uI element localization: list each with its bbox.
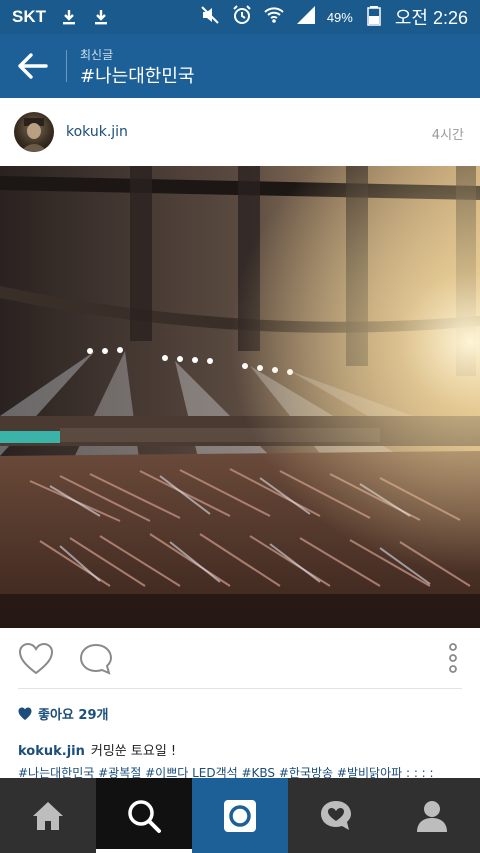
nav-activity[interactable] — [288, 778, 384, 853]
alarm-icon — [231, 4, 253, 31]
page-title: #나는대한민국 — [80, 66, 195, 87]
heart-icon — [18, 642, 54, 675]
likes-count: 좋아요 29개 — [38, 708, 109, 723]
signal-icon — [295, 4, 317, 31]
post-username[interactable]: kokuk.jin — [66, 124, 128, 140]
nav-camera[interactable] — [192, 778, 288, 853]
more-vertical-icon — [449, 643, 457, 673]
download-icon — [60, 8, 78, 26]
more-button[interactable] — [438, 642, 468, 676]
clock: 오전 2:26 — [394, 8, 468, 28]
caption-username[interactable]: kokuk.jin — [18, 744, 85, 759]
heart-icon — [18, 707, 32, 720]
active-tab-indicator — [96, 849, 192, 853]
header-divider — [66, 50, 67, 82]
app-header: 최신글 #나는대한민국 — [0, 34, 480, 98]
caption-text: 커밍쑨 토요일 ! — [90, 744, 177, 759]
avatar[interactable] — [14, 112, 54, 152]
nav-home[interactable] — [0, 778, 96, 853]
carrier-label: SKT — [12, 7, 46, 26]
header-subtitle: 최신글 — [80, 48, 114, 62]
nav-search[interactable] — [96, 778, 192, 853]
likes-row[interactable]: 좋아요 29개 — [18, 704, 108, 723]
search-icon — [128, 800, 161, 833]
camera-icon — [224, 800, 256, 832]
mute-icon — [199, 4, 221, 31]
home-icon — [33, 802, 63, 830]
arrow-left-icon — [18, 53, 48, 79]
post-actions — [0, 628, 480, 688]
battery-icon — [363, 4, 385, 31]
activity-icon — [321, 801, 351, 830]
like-button[interactable] — [18, 642, 54, 676]
status-bar: SKT 49% 오전 2:26 — [0, 0, 480, 34]
post-caption: kokuk.jin 커밍쑨 토요일 ! — [18, 740, 176, 759]
post-header: kokuk.jin 4시간 — [0, 98, 480, 166]
post-photo[interactable] — [0, 166, 480, 628]
nav-profile[interactable] — [384, 778, 480, 853]
back-button[interactable] — [14, 48, 50, 84]
actions-divider — [18, 688, 462, 689]
post-time: 4시간 — [431, 128, 464, 143]
battery-percent: 49% — [326, 9, 353, 25]
comment-icon — [79, 643, 113, 675]
download-icon — [92, 8, 110, 26]
profile-icon — [417, 801, 447, 832]
wifi-icon — [263, 4, 285, 31]
bottom-nav — [0, 778, 480, 853]
comment-button[interactable] — [78, 642, 114, 676]
